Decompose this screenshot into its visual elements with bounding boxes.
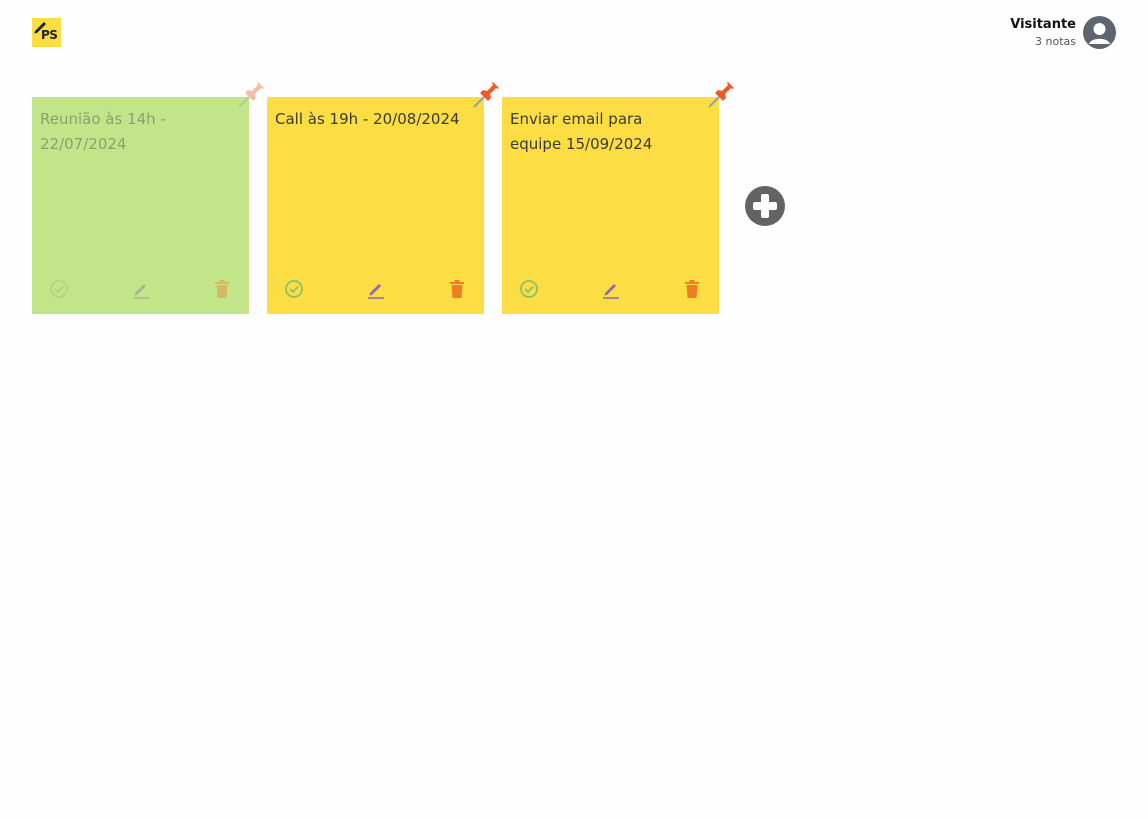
pushpin-icon[interactable] xyxy=(705,77,739,111)
pencil-icon[interactable] xyxy=(130,278,152,300)
user-name: Visitante xyxy=(1010,16,1076,32)
note-card[interactable]: Reunião às 14h - 22/07/2024 xyxy=(32,82,264,314)
note-card[interactable]: Enviar email para equipe 15/09/2024 xyxy=(502,82,734,314)
logo-text: PS xyxy=(41,28,58,42)
notes-count: 3 notas xyxy=(1035,34,1076,48)
trash-icon[interactable] xyxy=(681,278,703,300)
note-text[interactable]: Enviar email para equipe 15/09/2024 xyxy=(510,107,680,157)
pushpin-icon[interactable] xyxy=(235,77,269,111)
user-info: Visitante 3 notas xyxy=(1010,16,1116,49)
note-text[interactable]: Call às 19h - 20/08/2024 xyxy=(275,107,476,132)
check-circle-icon[interactable] xyxy=(518,278,540,300)
app-logo: PS xyxy=(32,18,61,47)
pencil-icon[interactable] xyxy=(365,278,387,300)
trash-icon[interactable] xyxy=(211,278,233,300)
pencil-icon[interactable] xyxy=(600,278,622,300)
check-circle-icon[interactable] xyxy=(48,278,70,300)
add-note-button[interactable] xyxy=(745,186,785,226)
user-avatar-icon[interactable] xyxy=(1083,16,1116,49)
trash-icon[interactable] xyxy=(446,278,468,300)
note-text[interactable]: Reunião às 14h - 22/07/2024 xyxy=(40,107,241,157)
check-circle-icon[interactable] xyxy=(283,278,305,300)
note-card[interactable]: Call às 19h - 20/08/2024 xyxy=(267,82,499,314)
pushpin-icon[interactable] xyxy=(470,77,504,111)
